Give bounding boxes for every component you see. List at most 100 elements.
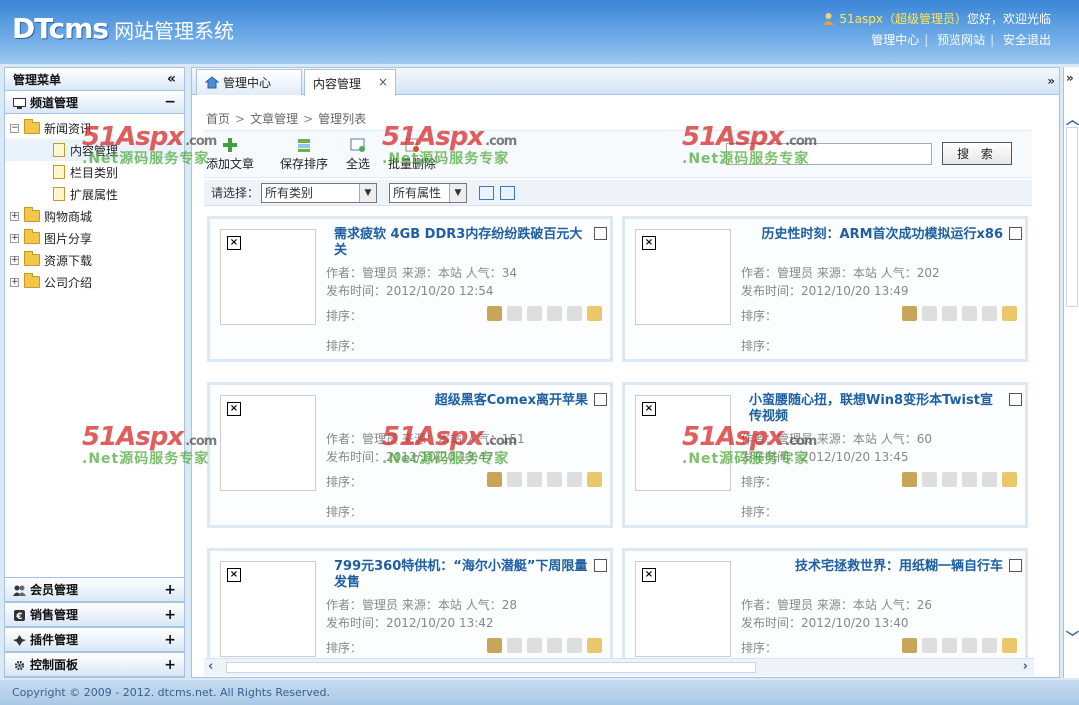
section-channel[interactable]: 频道管理 − <box>5 91 184 114</box>
breadcrumb-home[interactable]: 首页 <box>206 112 230 126</box>
expand-icon[interactable]: + <box>164 657 176 673</box>
article-checkbox[interactable] <box>1009 559 1022 572</box>
recommend-icon[interactable] <box>942 638 957 653</box>
tree-item-categories[interactable]: 栏目类别 <box>5 161 184 183</box>
hot-icon[interactable] <box>962 306 977 321</box>
tab-more-icon[interactable]: » <box>1047 74 1055 88</box>
section-channel-toggle[interactable]: − <box>164 94 176 110</box>
expand-icon[interactable]: + <box>164 632 176 648</box>
horizontal-scrollbar[interactable]: ‹ › <box>204 658 1034 676</box>
comment-icon[interactable] <box>487 306 502 321</box>
tree-item-attributes[interactable]: 扩展属性 <box>5 183 184 205</box>
article-title[interactable]: 历史性时刻：ARM首次成功模拟运行x86 <box>749 227 1003 243</box>
article-thumbnail[interactable]: × <box>220 395 316 491</box>
top-icon[interactable] <box>922 638 937 653</box>
scroll-left-icon[interactable]: ‹ <box>208 659 213 674</box>
hot-icon[interactable] <box>547 306 562 321</box>
slide-icon[interactable] <box>982 472 997 487</box>
list-view-icon[interactable] <box>479 185 495 200</box>
recommend-icon[interactable] <box>527 306 542 321</box>
tree-item-shop[interactable]: + 购物商城 <box>5 205 184 227</box>
search-input[interactable] <box>726 143 932 165</box>
article-thumbnail[interactable]: × <box>635 229 731 325</box>
top-icon[interactable] <box>507 638 522 653</box>
article-thumbnail[interactable]: × <box>635 561 731 657</box>
slide-icon[interactable] <box>982 306 997 321</box>
grid-view-icon[interactable] <box>500 185 516 200</box>
tree-expand-icon[interactable]: + <box>10 233 19 243</box>
vertical-scrollbar[interactable]: » ︿ ﹀ <box>1063 67 1079 678</box>
scroll-right-icon[interactable]: › <box>1023 659 1028 674</box>
hot-icon[interactable] <box>962 472 977 487</box>
section-sales[interactable]: € 销售管理 + <box>5 602 184 627</box>
comment-icon[interactable] <box>902 472 917 487</box>
edit-icon[interactable] <box>1002 472 1017 487</box>
scroll-down-icon[interactable]: ﹀ <box>1066 627 1079 646</box>
link-admin-center[interactable]: 管理中心 <box>871 33 919 47</box>
slide-icon[interactable] <box>567 306 582 321</box>
comment-icon[interactable] <box>487 638 502 653</box>
add-article-button[interactable]: 添加文章 <box>206 137 254 172</box>
scroll-thumb[interactable] <box>226 662 756 673</box>
slide-icon[interactable] <box>567 638 582 653</box>
tree-expand-icon[interactable]: + <box>10 255 19 265</box>
article-thumbnail[interactable]: × <box>635 395 731 491</box>
recommend-icon[interactable] <box>527 472 542 487</box>
article-thumbnail[interactable]: × <box>220 561 316 657</box>
tree-item-downloads[interactable]: + 资源下载 <box>5 249 184 271</box>
article-checkbox[interactable] <box>594 393 607 406</box>
hot-icon[interactable] <box>962 638 977 653</box>
slide-icon[interactable] <box>567 472 582 487</box>
edit-icon[interactable] <box>1002 638 1017 653</box>
top-icon[interactable] <box>922 472 937 487</box>
save-sort-button[interactable]: 保存排序 <box>280 137 328 172</box>
top-icon[interactable] <box>507 306 522 321</box>
article-checkbox[interactable] <box>1009 393 1022 406</box>
top-icon[interactable] <box>507 472 522 487</box>
article-title[interactable]: 799元360特供机：“海尔小潜艇”下周限量发售 <box>334 559 588 591</box>
comment-icon[interactable] <box>902 306 917 321</box>
category-select[interactable]: 所有类别 ▼ <box>261 182 378 203</box>
logo[interactable]: DTcms 网站管理系统 <box>12 12 234 45</box>
expand-icon[interactable]: + <box>164 607 176 623</box>
comment-icon[interactable] <box>487 472 502 487</box>
tree-item-content-manage[interactable]: 内容管理 <box>5 139 184 161</box>
link-logout[interactable]: 安全退出 <box>1003 33 1051 47</box>
article-title[interactable]: 技术宅拯救世界：用纸糊一辆自行车 <box>749 559 1003 575</box>
section-members[interactable]: 会员管理 + <box>5 577 184 602</box>
tree-expand-icon[interactable]: + <box>10 211 19 221</box>
edit-icon[interactable] <box>587 306 602 321</box>
search-button[interactable]: 搜 索 <box>942 142 1012 165</box>
edit-icon[interactable] <box>1002 306 1017 321</box>
scroll-up-icon[interactable]: ︿ <box>1066 109 1079 128</box>
article-title[interactable]: 小蛮腰随心扭，联想Win8变形本Twist宣传视频 <box>749 393 1003 425</box>
article-checkbox[interactable] <box>594 227 607 240</box>
tree-item-about[interactable]: + 公司介绍 <box>5 271 184 293</box>
section-plugins[interactable]: 插件管理 + <box>5 627 184 652</box>
link-preview-site[interactable]: 预览网站 <box>937 33 985 47</box>
collapse-sidebar-icon[interactable]: « <box>167 71 176 87</box>
comment-icon[interactable] <box>902 638 917 653</box>
edit-icon[interactable] <box>587 472 602 487</box>
batch-delete-button[interactable]: 批量删除 <box>388 137 436 172</box>
hot-icon[interactable] <box>547 472 562 487</box>
top-icon[interactable] <box>922 306 937 321</box>
expand-icon[interactable]: + <box>164 582 176 598</box>
article-thumbnail[interactable]: × <box>220 229 316 325</box>
article-checkbox[interactable] <box>1009 227 1022 240</box>
tree-collapse-icon[interactable]: − <box>10 123 19 133</box>
section-control-panel[interactable]: 控制面板 + <box>5 652 184 677</box>
select-all-button[interactable]: 全选 <box>346 137 370 172</box>
article-checkbox[interactable] <box>594 559 607 572</box>
edit-icon[interactable] <box>587 638 602 653</box>
close-tab-icon[interactable]: × <box>378 75 388 89</box>
tab-admin-center[interactable]: 管理中心 <box>196 69 302 95</box>
breadcrumb-articles[interactable]: 文章管理 <box>250 112 298 126</box>
slide-icon[interactable] <box>982 638 997 653</box>
article-title[interactable]: 需求疲软 4GB DDR3内存纷纷跌破百元大关 <box>334 227 588 259</box>
hot-icon[interactable] <box>547 638 562 653</box>
tab-content-manage[interactable]: 内容管理 × <box>304 69 396 96</box>
tree-item-gallery[interactable]: + 图片分享 <box>5 227 184 249</box>
scroll-thumb[interactable] <box>1066 127 1078 307</box>
recommend-icon[interactable] <box>942 472 957 487</box>
